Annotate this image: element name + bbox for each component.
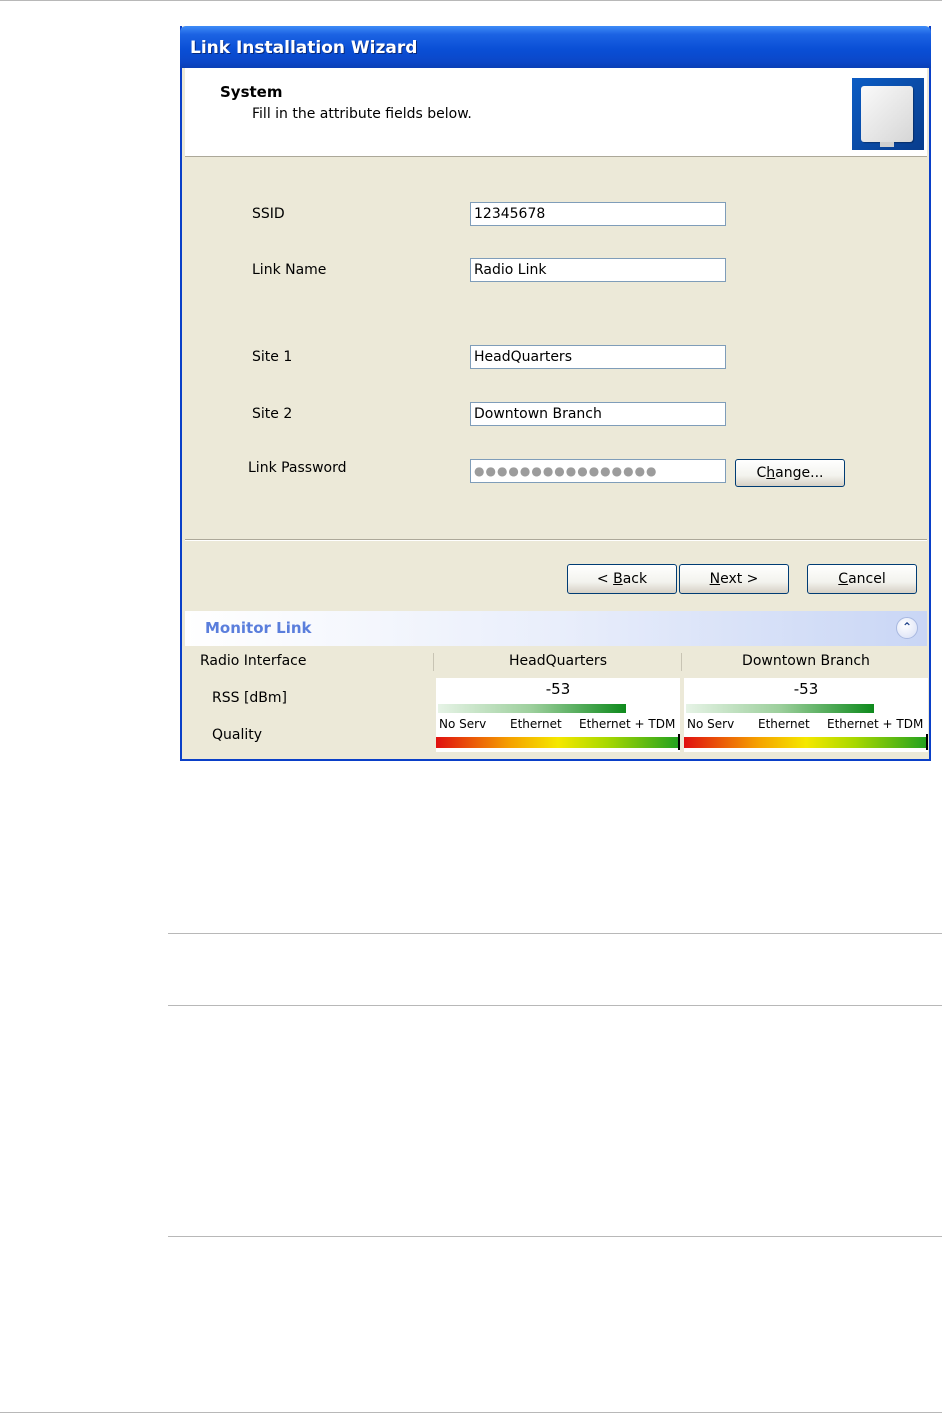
cancel-button[interactable]: Cancel: [807, 564, 917, 594]
step-title: System: [220, 83, 283, 101]
rss-bar: [686, 704, 874, 713]
page-rule: [168, 1005, 942, 1006]
site2-label: Site 2: [252, 406, 293, 422]
column-header-downtown-branch: Downtown Branch: [742, 653, 870, 669]
change-password-button[interactable]: Change...: [735, 459, 845, 487]
quality-bar: [684, 737, 928, 748]
monitor-link-title: Monitor Link: [205, 619, 312, 637]
link-password-field[interactable]: [470, 459, 726, 483]
site1-label: Site 1: [252, 349, 293, 365]
quality-marker: [678, 734, 680, 750]
quality-marker: [926, 734, 928, 750]
rss-value: -53: [793, 680, 819, 698]
link-name-label: Link Name: [252, 262, 327, 278]
quality-scale-label: Ethernet: [510, 717, 562, 731]
column-divider: [681, 653, 682, 671]
step-subtitle: Fill in the attribute fields below.: [252, 106, 472, 122]
title-bar[interactable]: Link Installation Wizard: [180, 26, 931, 68]
rss-bar: [438, 704, 626, 713]
radio-device-icon: [852, 78, 924, 150]
quality-scale-label: Ethernet + TDM: [827, 717, 924, 731]
rss-value: -53: [545, 680, 571, 698]
wizard-header: System Fill in the attribute fields belo…: [185, 68, 927, 157]
column-divider: [433, 653, 434, 671]
page-bottom-rule: [0, 1412, 942, 1413]
next-button[interactable]: Next >: [679, 564, 789, 594]
link-installation-wizard-window: Link Installation Wizard System Fill in …: [180, 26, 931, 761]
quality-scale-label: No Serv: [687, 717, 735, 731]
link-password-label: Link Password: [248, 460, 347, 476]
button-separator: [185, 539, 927, 541]
quality-bar: [436, 737, 680, 748]
quality-scale-label: No Serv: [439, 717, 487, 731]
quality-scale-label: Ethernet + TDM: [579, 717, 676, 731]
quality-scale-label: Ethernet: [758, 717, 810, 731]
ssid-field[interactable]: [470, 202, 726, 226]
column-header-radio-interface: Radio Interface: [200, 653, 307, 669]
ssid-label: SSID: [252, 206, 285, 222]
site-cell-headquarters: -53 No Serv Ethernet Ethernet + TDM: [436, 678, 680, 752]
window-title: Link Installation Wizard: [190, 38, 418, 58]
site2-field[interactable]: [470, 402, 726, 426]
quality-row-label: Quality: [212, 727, 263, 743]
back-button[interactable]: < Back: [567, 564, 677, 594]
double-chevron-up-icon[interactable]: ⌃: [896, 617, 918, 639]
page-rule: [168, 933, 942, 934]
column-header-headquarters: HeadQuarters: [509, 653, 607, 669]
page-rule: [168, 1236, 942, 1237]
page-top-rule: [0, 0, 942, 1]
site-cell-downtown-branch: -53 No Serv Ethernet Ethernet + TDM: [684, 678, 928, 752]
link-name-field[interactable]: [470, 258, 726, 282]
monitor-link-bar[interactable]: Monitor Link ⌃: [185, 611, 927, 646]
rss-row-label: RSS [dBm]: [212, 690, 288, 706]
site1-field[interactable]: [470, 345, 726, 369]
